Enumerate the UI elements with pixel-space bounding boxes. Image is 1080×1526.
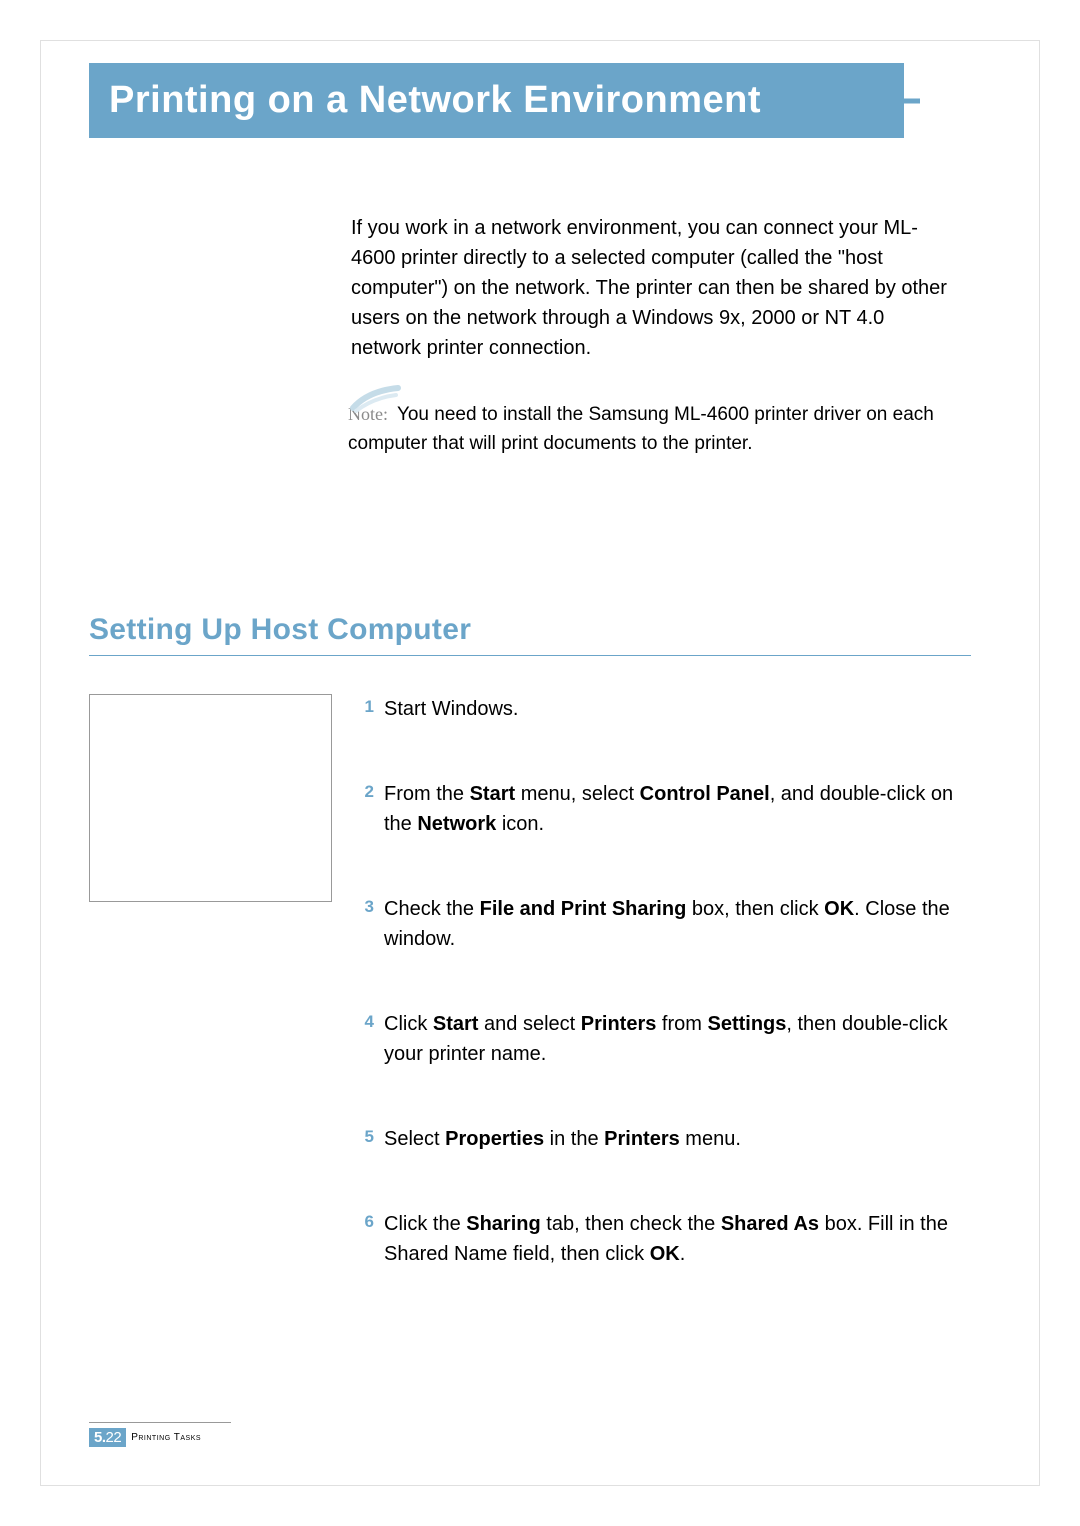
footer-section-label: Printing Tasks	[131, 1432, 201, 1443]
step-number: 2	[352, 782, 374, 802]
step-number: 4	[352, 1012, 374, 1032]
note-text: Note: You need to install the Samsung ML…	[348, 401, 953, 458]
footer-chapter: 5.	[94, 1429, 106, 1446]
footer-page: 22	[106, 1429, 122, 1446]
section-heading-text: Setting Up Host Computer	[89, 613, 471, 646]
footer-page-badge: 5.22	[89, 1428, 126, 1447]
step-text: Select Properties in the Printers menu.	[384, 1124, 741, 1154]
step-number: 6	[352, 1212, 374, 1232]
step-number: 3	[352, 897, 374, 917]
image-placeholder	[89, 694, 332, 902]
intro-paragraph: If you work in a network environment, yo…	[351, 213, 951, 363]
step-text: Check the File and Print Sharing box, th…	[384, 894, 979, 954]
step-item: 6 Click the Sharing tab, then check the …	[352, 1209, 979, 1269]
step-number: 5	[352, 1127, 374, 1147]
swoosh-icon	[348, 383, 408, 413]
section-heading: Setting Up Host Computer	[89, 613, 971, 656]
step-text: Click the Sharing tab, then check the Sh…	[384, 1209, 979, 1269]
page-title: Printing on a Network Environment	[109, 79, 761, 122]
step-text: Click Start and select Printers from Set…	[384, 1009, 979, 1069]
content-area: 1 Start Windows. 2 From the Start menu, …	[89, 694, 1039, 1324]
title-banner: Printing on a Network Environment	[89, 63, 904, 138]
steps-list: 1 Start Windows. 2 From the Start menu, …	[352, 694, 1039, 1324]
note-body: You need to install the Samsung ML-4600 …	[348, 404, 934, 454]
step-text: Start Windows.	[384, 694, 518, 724]
footer: 5.22 Printing Tasks	[89, 1422, 231, 1447]
step-item: 4 Click Start and select Printers from S…	[352, 1009, 979, 1069]
intro-section: If you work in a network environment, yo…	[351, 213, 951, 363]
step-item: 5 Select Properties in the Printers menu…	[352, 1124, 979, 1154]
step-item: 2 From the Start menu, select Control Pa…	[352, 779, 979, 839]
step-number: 1	[352, 697, 374, 717]
step-text: From the Start menu, select Control Pane…	[384, 779, 979, 839]
step-item: 1 Start Windows.	[352, 694, 979, 724]
step-item: 3 Check the File and Print Sharing box, …	[352, 894, 979, 954]
note-section: Note: You need to install the Samsung ML…	[348, 401, 953, 458]
page-container: Printing on a Network Environment If you…	[40, 40, 1040, 1486]
